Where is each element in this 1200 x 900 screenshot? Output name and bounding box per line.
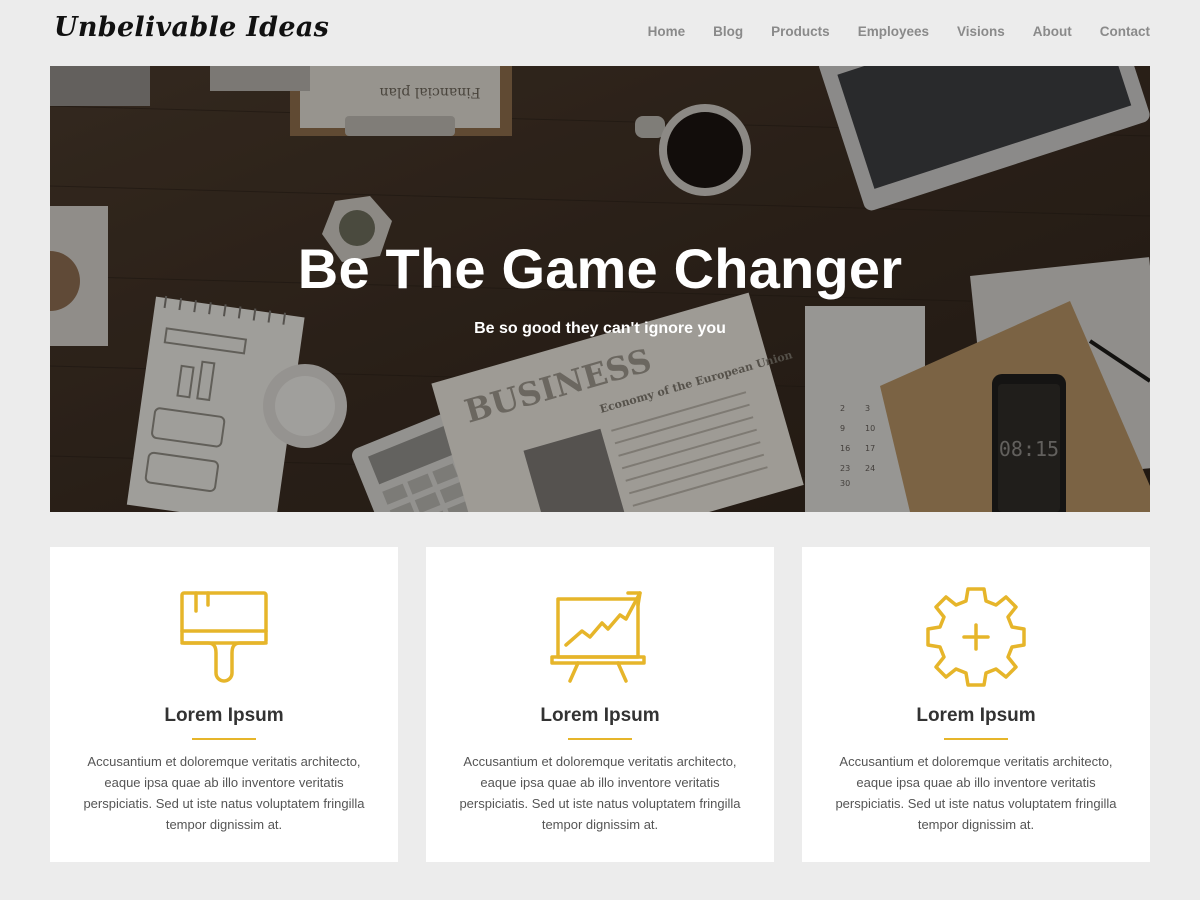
card-title: Lorem Ipsum — [164, 705, 284, 726]
card-text: Accusantium et doloremque veritatis arch… — [83, 754, 365, 832]
site-header: Unbelivable Ideas Home Blog Products Emp… — [50, 0, 1150, 66]
nav-contact[interactable]: Contact — [1100, 24, 1150, 39]
growth-chart-board-icon — [550, 591, 646, 683]
gear-plus-icon — [926, 587, 1026, 687]
hero-banner: Financial plan BUSINESS Economy of the E… — [50, 66, 1150, 512]
feature-card-growth: Lorem Ipsum Accusantium et doloremque ve… — [426, 547, 774, 862]
card-title: Lorem Ipsum — [916, 705, 1036, 726]
hero-title: Be The Game Changer — [297, 237, 903, 300]
nav-about[interactable]: About — [1033, 24, 1072, 39]
site-logo[interactable]: Unbelivable Ideas — [54, 12, 329, 43]
nav-products[interactable]: Products — [771, 24, 830, 39]
card-text: Accusantium et doloremque veritatis arch… — [835, 754, 1117, 832]
nav-employees[interactable]: Employees — [858, 24, 929, 39]
nav-blog[interactable]: Blog — [713, 24, 743, 39]
nav-visions[interactable]: Visions — [957, 24, 1005, 39]
main-nav: Home Blog Products Employees Visions Abo… — [648, 24, 1150, 39]
feature-card-settings: Lorem Ipsum Accusantium et doloremque ve… — [802, 547, 1150, 862]
card-divider — [944, 738, 1008, 740]
card-divider — [568, 738, 632, 740]
hero-subtitle: Be so good they can't ignore you — [474, 320, 726, 337]
feature-card-design: Lorem Ipsum Accusantium et doloremque ve… — [50, 547, 398, 862]
nav-home[interactable]: Home — [648, 24, 686, 39]
paint-brush-icon — [180, 591, 268, 683]
card-text: Accusantium et doloremque veritatis arch… — [459, 754, 741, 832]
card-divider — [192, 738, 256, 740]
card-title: Lorem Ipsum — [540, 705, 660, 726]
